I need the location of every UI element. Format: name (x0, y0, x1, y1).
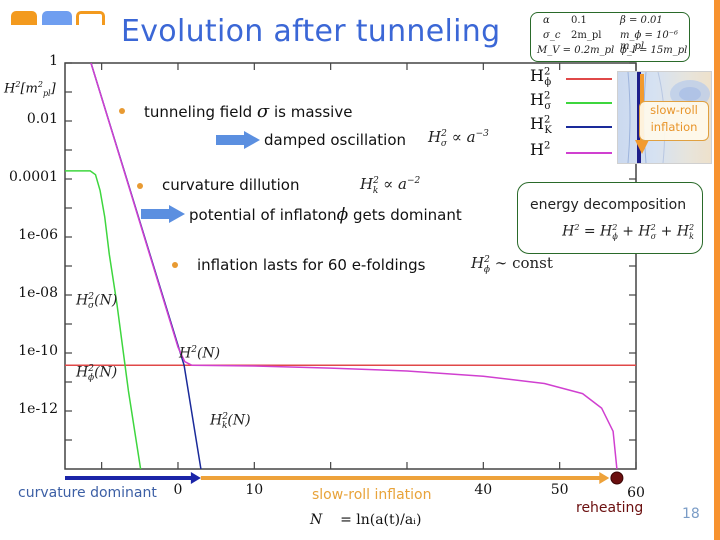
bullet-1-text-after: is massive (274, 103, 353, 121)
slow-roll-inset-label: slow-roll inflation (639, 101, 709, 141)
x-tick-label: 10 (245, 482, 264, 498)
bullet-dot-3 (172, 262, 178, 268)
legend-label: H2K (530, 114, 552, 137)
y-tick-label: 0.01 (26, 111, 58, 127)
right-arrow-icon (216, 131, 260, 149)
page-number: 18 (682, 506, 700, 522)
phi-symbol: ϕ (336, 205, 349, 225)
energy-title: energy decomposition (530, 197, 687, 213)
energy-decomposition-box: energy decomposition H2 = H2ϕ + H2σ + H2… (517, 182, 703, 254)
y-tick-label: 1e-08 (18, 285, 58, 301)
curvature-dominant-label: curvature dominant (18, 485, 157, 501)
y-tick-label: 1 (49, 53, 58, 69)
slow-roll-inflation-label: slow-roll inflation (312, 487, 432, 503)
consequence-1: damped oscillation (264, 131, 407, 149)
legend-swatch (566, 152, 612, 154)
y-axis-label: H2[m2pl] (4, 80, 56, 98)
x-tick-label: 40 (474, 482, 493, 498)
reheating-point (610, 471, 624, 485)
param-row: σ_c 2m_pl m_ϕ = 10⁻⁶ m_pl (543, 30, 679, 52)
legend-label: H2σ (530, 90, 552, 113)
curve-label-kinetic: H2k(N) (210, 412, 251, 432)
bullet-1-text: tunneling field (144, 103, 253, 121)
formula-phi-const: H2ϕ ∼ const (471, 254, 553, 275)
series-line-H²K (90, 63, 202, 469)
legend-label: H2 (530, 140, 551, 159)
legend-swatch (566, 78, 612, 80)
bullet-dot-1 (119, 108, 125, 114)
bullet-1: tunneling field σ is massive (144, 101, 352, 122)
bullet-dot-2 (137, 183, 143, 189)
sigma-symbol: σ (256, 101, 270, 122)
legend-swatch (566, 102, 612, 104)
bullet-2: curvature dillution (162, 176, 300, 194)
curve-label-phi: H2ϕ(N) (76, 364, 118, 384)
y-tick-label: 1e-06 (18, 227, 58, 243)
energy-equation: H2 = H2ϕ + H2σ + H2k (562, 223, 695, 242)
curve-label-sigma: H2σ(N) (76, 292, 118, 312)
parameter-box: α 0.1 β = 0.01 σ_c 2m_pl m_ϕ = 10⁻⁶ m_pl… (530, 12, 690, 62)
param-row: M_V = 0.2m_pl ϕ_I = 15m_pl (537, 45, 688, 56)
y-tick-label: 0.0001 (9, 169, 58, 185)
x-axis-label: N = ln(a(t)/aᵢ) (310, 512, 422, 528)
formula-sigma: H2σ ∝ a−3 (428, 128, 489, 149)
x-tick-label: 0 (173, 482, 183, 498)
consequence-2: potential of inflatonϕ gets dominant (189, 205, 462, 225)
bullet-3: inflation lasts for 60 e-foldings (197, 256, 426, 274)
x-tick-label: 60 (627, 485, 645, 501)
reheating-label: reheating (576, 500, 644, 516)
param-row: α 0.1 β = 0.01 (543, 15, 663, 26)
curve-label-total: H2(N) (179, 345, 221, 362)
series-line-H²σ (65, 170, 142, 469)
x-tick-label: 50 (550, 482, 569, 498)
y-tick-label: 1e-10 (18, 343, 58, 359)
y-tick-label: 1e-12 (18, 401, 58, 417)
legend-label: H2ϕ (530, 66, 552, 89)
formula-curvature: H2k ∝ a−2 (360, 175, 421, 196)
right-arrow-icon (141, 205, 185, 223)
legend-swatch (566, 126, 612, 128)
phase-arrow-head (599, 472, 610, 484)
